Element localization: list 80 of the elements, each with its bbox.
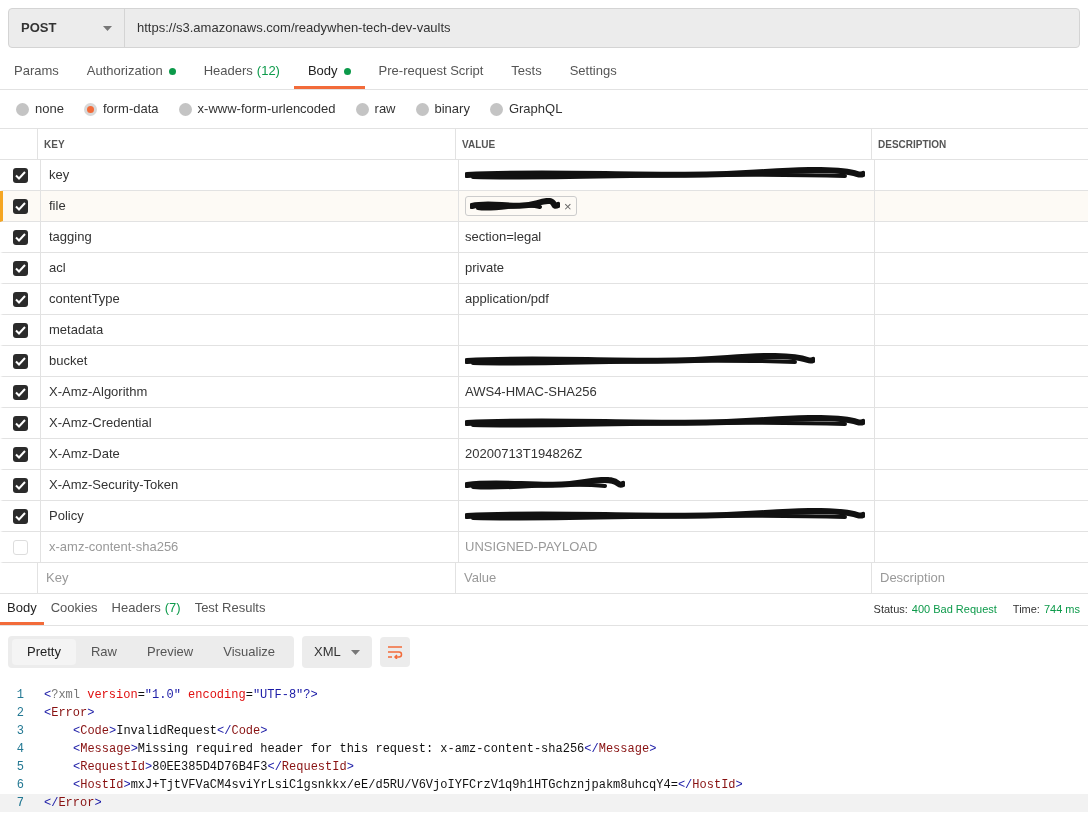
key-cell: file <box>41 191 459 221</box>
checkbox[interactable] <box>12 167 28 183</box>
checkbox[interactable] <box>12 260 28 276</box>
close-icon[interactable]: × <box>564 199 572 213</box>
checkbox[interactable] <box>12 229 28 245</box>
response-tab[interactable]: Body <box>0 594 44 625</box>
request-tab[interactable]: Params <box>0 56 73 89</box>
status-value: 400 Bad Request <box>911 602 997 618</box>
response-tab[interactable]: Cookies <box>43 594 105 625</box>
value-cell-text: UNSIGNED-PAYLOAD <box>465 538 598 557</box>
response-tab[interactable]: Headers (7) <box>104 594 188 625</box>
key-cell: key <box>41 160 459 190</box>
checkbox[interactable] <box>12 384 28 400</box>
value-cell-text: AWS4-HMAC-SHA256 <box>465 383 597 402</box>
key-cell: Policy <box>41 501 459 531</box>
column-header: KEY <box>38 129 456 159</box>
column-header: VALUE <box>456 129 872 159</box>
format-label: XML <box>314 643 341 662</box>
key-cell: X-Amz-Credential <box>41 408 459 438</box>
key-cell: X-Amz-Algorithm <box>41 377 459 407</box>
value-cell-text: 20200713T194826Z <box>465 445 583 464</box>
request-tab[interactable]: Settings <box>555 56 631 89</box>
checkbox[interactable] <box>12 291 28 307</box>
checkbox[interactable] <box>12 198 28 214</box>
request-tab[interactable]: Authorization <box>72 56 190 89</box>
time-label: Time: <box>1012 602 1040 618</box>
request-tab[interactable]: Headers (12) <box>189 56 294 89</box>
view-tab[interactable]: Raw <box>75 639 132 665</box>
key-cell: X-Amz-Security-Token <box>41 470 459 500</box>
view-tab[interactable]: Pretty <box>12 639 76 665</box>
view-tab[interactable]: Preview <box>132 639 209 665</box>
line-number: 1 <box>15 687 25 704</box>
code-line: <Message>Missing required header for this request: x-amz-content-sha256</Message> <box>72 741 657 758</box>
checkbox[interactable] <box>12 508 28 524</box>
key-cell: acl <box>41 253 459 283</box>
checkbox[interactable] <box>12 477 28 493</box>
checkbox[interactable] <box>12 415 28 431</box>
checkbox[interactable] <box>12 446 28 462</box>
format-dropdown[interactable]: XML <box>302 636 373 668</box>
line-number: 7 <box>15 795 25 812</box>
request-tab[interactable]: Tests <box>497 56 556 89</box>
key-cell: x-amz-content-sha256 <box>41 532 459 562</box>
caret-icon <box>351 649 361 655</box>
key-cell: X-Amz-Date <box>41 439 459 469</box>
body-type-radio[interactable]: binary <box>415 99 470 119</box>
code-line: <HostId>mxJ+TjtVFVaCM4sviYrLsiC1gsnkkx/eE/d5RU/V6VjoIYFCrzV1q9h1HTGchznjpakm8uhcqY4=</HostId> <box>72 777 743 794</box>
line-number: 2 <box>15 705 25 722</box>
key-cell: contentType <box>41 284 459 314</box>
body-type-radio[interactable]: x-www-form-urlencoded <box>178 99 336 119</box>
request-tab[interactable]: Pre-request Script <box>364 56 498 89</box>
line-number: 5 <box>15 759 25 776</box>
value-cell-text: private <box>465 259 505 278</box>
code-line: </Error> <box>44 795 102 812</box>
value-cell-text: section=legal <box>465 228 542 247</box>
status-label: Status: <box>873 602 908 618</box>
wrap-icon <box>387 645 404 659</box>
checkbox[interactable] <box>12 539 28 555</box>
code-line: <Error> <box>44 705 95 722</box>
file-chip[interactable]: × <box>465 196 577 216</box>
code-line: <Code>InvalidRequest</Code> <box>72 723 268 740</box>
key-cell: metadata <box>41 315 459 345</box>
request-tab[interactable]: Body <box>293 56 365 89</box>
line-number: 6 <box>15 777 25 794</box>
column-header: DESCRIPTION <box>877 137 948 152</box>
response-tab[interactable]: Test Results <box>187 594 273 625</box>
line-number: 4 <box>15 741 25 758</box>
body-type-radio[interactable]: none <box>16 99 64 119</box>
key-cell: tagging <box>41 222 459 252</box>
key-cell: bucket <box>41 346 459 376</box>
body-type-radio[interactable]: form-data <box>83 99 159 119</box>
body-type-radio[interactable]: raw <box>355 99 396 119</box>
view-tab[interactable]: Visualize <box>208 639 291 665</box>
checkbox[interactable] <box>12 353 28 369</box>
value-cell-text: application/pdf <box>465 290 549 309</box>
code-line: <?xml version="1.0" encoding="UTF-8"?> <box>44 687 318 704</box>
body-type-radio[interactable]: GraphQL <box>489 99 563 119</box>
line-number: 3 <box>15 723 25 740</box>
code-line: <RequestId>80EE385D4D76B4F3</RequestId> <box>72 759 354 776</box>
checkbox[interactable] <box>12 322 28 338</box>
time-value: 744 ms <box>1043 602 1080 618</box>
